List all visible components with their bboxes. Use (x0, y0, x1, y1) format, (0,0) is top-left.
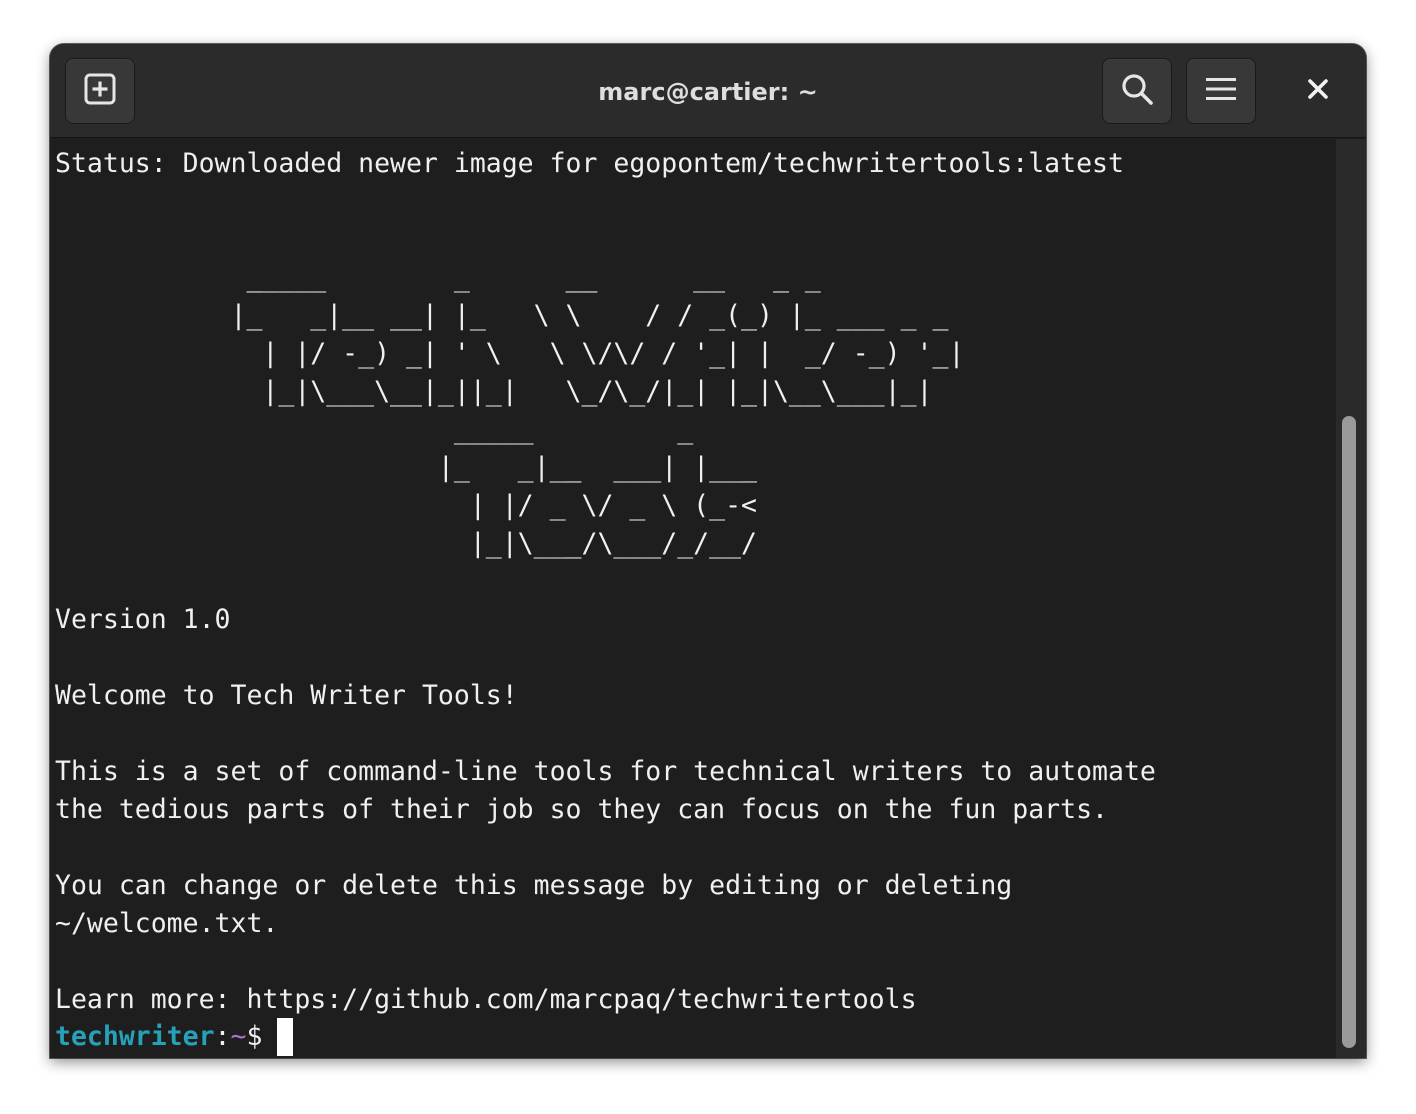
scrollbar-thumb[interactable] (1342, 416, 1356, 1048)
terminal-text: Status: Downloaded newer image for egopo… (50, 139, 1336, 1019)
ascii-banner-line: |_ _|__ __| |_ \ \ / / _(_) |_ ___ _ _ (55, 300, 949, 331)
titlebar: marc@cartier: ~ (50, 44, 1366, 138)
main-menu-button[interactable] (1186, 58, 1256, 124)
ascii-banner-line: | |/ -_) _| ' \ \ \/\/ / '_| | _/ -_) '_… (55, 338, 965, 369)
ascii-banner-line: _____ _ __ __ _ _ (55, 262, 821, 293)
search-button[interactable] (1102, 58, 1172, 124)
terminal-window: marc@cartier: ~ Status: Downloaded newer… (50, 44, 1366, 1058)
ascii-banner-line: _____ _ (55, 414, 694, 445)
ascii-banner-line: |_|\___\__|_||_| \_/\_/|_| |_|\__\___|_| (55, 376, 933, 407)
terminal-output[interactable]: Status: Downloaded newer image for egopo… (50, 139, 1336, 1058)
prompt-user: techwriter (55, 1021, 215, 1052)
change-message-line: You can change or delete this message by… (55, 870, 1013, 901)
welcome-line: Welcome to Tech Writer Tools! (55, 680, 518, 711)
learn-more-line: Learn more: https://github.com/marcpaq/t… (55, 984, 917, 1015)
prompt-symbol: $ (246, 1021, 263, 1052)
shell-prompt[interactable]: techwriter:~$ (55, 1018, 294, 1056)
prompt-colon: : (214, 1021, 231, 1052)
description-line: This is a set of command-line tools for … (55, 756, 1156, 787)
ascii-banner-line: | |/ _ \/ _ \ (_-< (55, 490, 757, 521)
new-tab-plus-icon (83, 72, 117, 111)
close-icon (1307, 78, 1329, 105)
window-title: marc@cartier: ~ (598, 78, 818, 106)
ascii-banner-line: |_|\___/\___/_/__/ (55, 528, 757, 559)
status-line: Status: Downloaded newer image for egopo… (55, 148, 1124, 179)
change-message-line: ~/welcome.txt. (55, 908, 279, 939)
version-line: Version 1.0 (55, 604, 231, 635)
close-button[interactable] (1290, 58, 1346, 124)
text-cursor (277, 1018, 294, 1056)
hamburger-menu-icon (1205, 75, 1237, 108)
search-icon (1120, 72, 1154, 111)
new-tab-button[interactable] (65, 58, 135, 124)
ascii-banner-line: |_ _|__ ___| |___ (55, 452, 757, 483)
prompt-directory: ~ (230, 1021, 247, 1052)
description-line: the tedious parts of their job so they c… (55, 794, 1108, 825)
